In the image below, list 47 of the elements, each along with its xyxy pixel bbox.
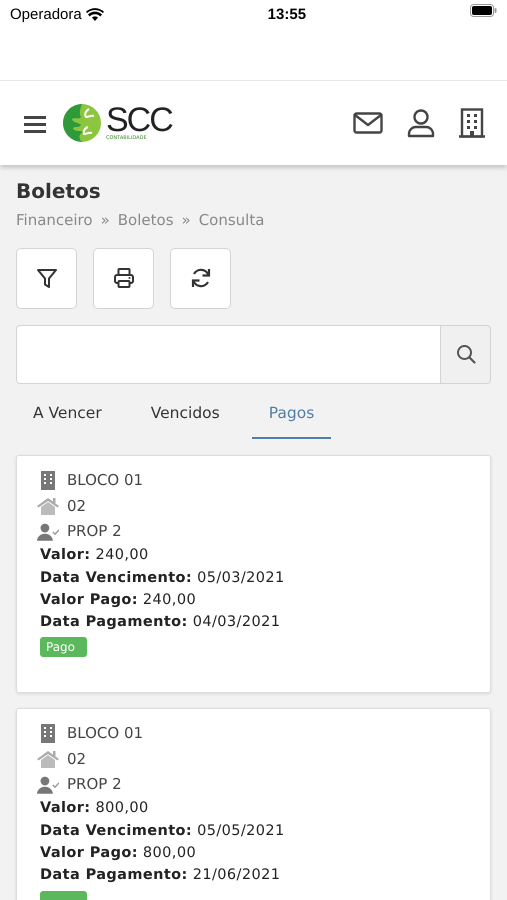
field-line: Valor Pago: 240,00 <box>39 590 198 610</box>
owner-label: PROP 2 <box>67 774 122 796</box>
house-icon <box>37 750 59 768</box>
building-icon <box>39 471 57 490</box>
tab[interactable]: Pagos <box>252 392 332 439</box>
breadcrumb-item[interactable]: Financeiro <box>16 209 93 232</box>
search-icon <box>456 344 476 364</box>
field-line: Valor: 800,00 <box>39 799 150 818</box>
refresh-icon <box>190 267 212 289</box>
search-field[interactable] <box>16 324 440 384</box>
user-check-icon <box>37 774 59 795</box>
status-badge: Pago <box>40 637 87 658</box>
breadcrumb-item[interactable]: Boletos <box>118 209 174 232</box>
filter-button[interactable] <box>16 248 77 308</box>
filter-icon <box>36 267 58 289</box>
field-line: Data Vencimento: 05/03/2021 <box>39 568 286 588</box>
search-button[interactable] <box>440 324 491 384</box>
user-button[interactable] <box>407 108 435 138</box>
block-label: BLOCO 01 <box>67 723 144 744</box>
owner-label: PROP 2 <box>67 521 122 542</box>
building-icon <box>39 724 57 744</box>
field-line: Data Pagamento: 04/03/2021 <box>39 613 282 632</box>
breadcrumb-item: Consulta <box>198 210 264 231</box>
user-check-icon <box>37 522 59 542</box>
unit-label: 02 <box>67 748 86 770</box>
carrier-name: Operadora <box>10 5 82 25</box>
tab[interactable]: Vencidos <box>134 392 237 439</box>
house-icon <box>37 497 59 515</box>
tab[interactable]: A Vencer <box>16 392 119 439</box>
breadcrumb-separator: » <box>100 210 110 231</box>
field-line: Valor: 240,00 <box>39 546 150 566</box>
print-button[interactable] <box>93 248 154 308</box>
unit-label: 02 <box>67 496 86 517</box>
battery-icon <box>470 4 497 17</box>
printer-icon <box>112 267 134 289</box>
block-label: BLOCO 01 <box>67 470 144 492</box>
clock-time: 13:55 <box>268 5 306 25</box>
field-line: Valor Pago: 800,00 <box>39 844 198 864</box>
globe-logo-icon <box>62 103 102 143</box>
building-button[interactable] <box>459 108 485 138</box>
breadcrumb-separator: » <box>182 210 191 231</box>
field-line: Data Vencimento: 05/05/2021 <box>39 822 286 841</box>
logo-text: SCC <box>106 105 172 135</box>
page-title: Boletos <box>16 181 102 201</box>
field-line: Data Pagamento: 21/06/2021 <box>39 866 282 886</box>
refresh-button[interactable] <box>170 248 231 308</box>
wifi-icon <box>86 8 104 22</box>
